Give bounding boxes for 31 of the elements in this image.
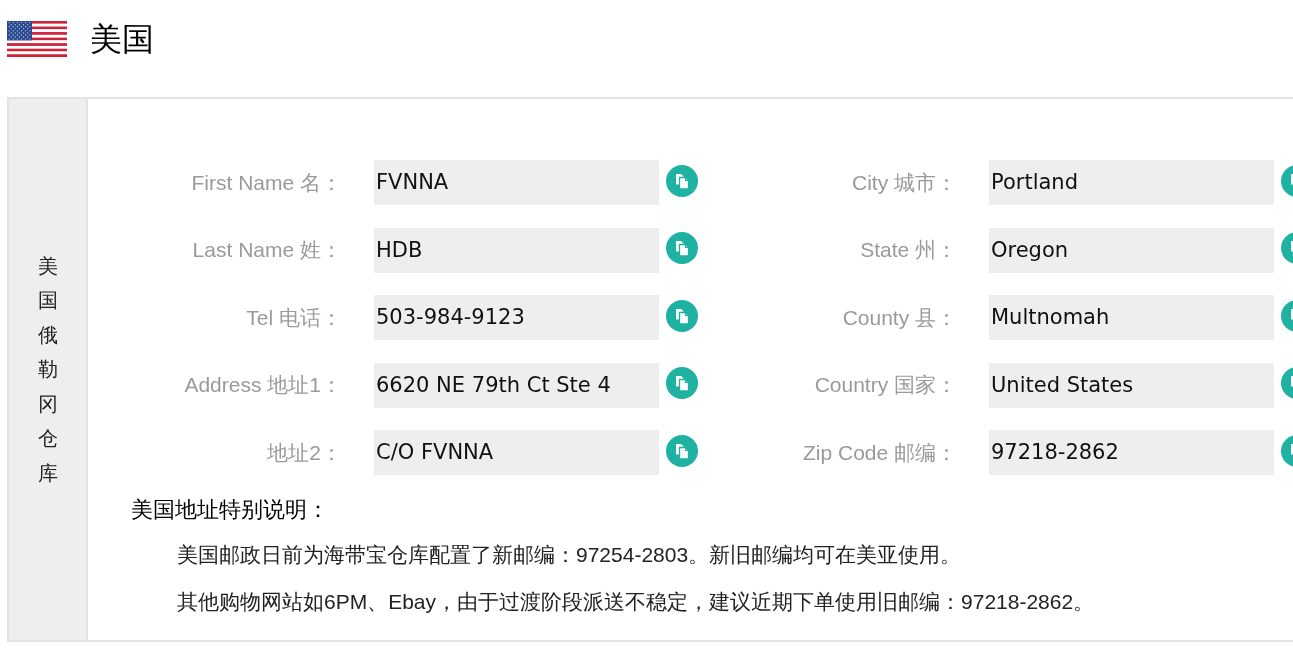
field-label: 地址2： <box>266 439 342 466</box>
value-field: C/O FVNNA <box>374 430 659 475</box>
value-field: United States <box>989 362 1274 408</box>
field-label: County 县： <box>841 304 957 331</box>
copy-icon[interactable] <box>666 232 698 264</box>
copy-icon[interactable] <box>666 434 698 467</box>
field-label: Country 国家： <box>813 372 957 399</box>
notes-heading: 美国地址特别说明： <box>131 496 329 523</box>
field-label: Last Name 姓： <box>191 237 342 264</box>
field-label: Address 地址1： <box>183 372 342 399</box>
value-field: 503-984-9123 <box>374 295 659 340</box>
field-label: Tel 电话： <box>245 304 342 331</box>
value-field: 97218-2862 <box>989 430 1274 475</box>
field-label: State 州： <box>859 237 957 264</box>
value-field: FVNNA <box>374 160 659 205</box>
value-field: Multnomah <box>989 295 1274 340</box>
field-label: City 城市： <box>851 169 957 196</box>
field-label: First Name 名： <box>190 169 342 196</box>
value-field: 6620 NE 79th Ct Ste 4 <box>374 362 659 408</box>
country-title: 美国 <box>90 21 154 57</box>
copy-icon[interactable] <box>666 299 698 332</box>
warehouse-name: 美国俄勒冈仓库 <box>37 253 58 486</box>
value-field: Portland <box>989 160 1274 205</box>
copy-icon[interactable] <box>666 164 698 197</box>
flag-icon <box>7 21 67 57</box>
note-text: 其他购物网站如6PM、Ebay，由于过渡阶段派送不稳定，建议近期下单使用旧邮编：97218-2862。 <box>177 588 1095 615</box>
value-field: HDB <box>374 227 659 273</box>
copy-icon[interactable] <box>666 367 698 399</box>
note-text: 美国邮政日前为海带宝仓库配置了新邮编：97254-2803。新旧邮编均可在美亚使用。 <box>177 541 962 568</box>
value-field: Oregon <box>989 227 1274 273</box>
field-label: Zip Code 邮编： <box>801 439 957 466</box>
